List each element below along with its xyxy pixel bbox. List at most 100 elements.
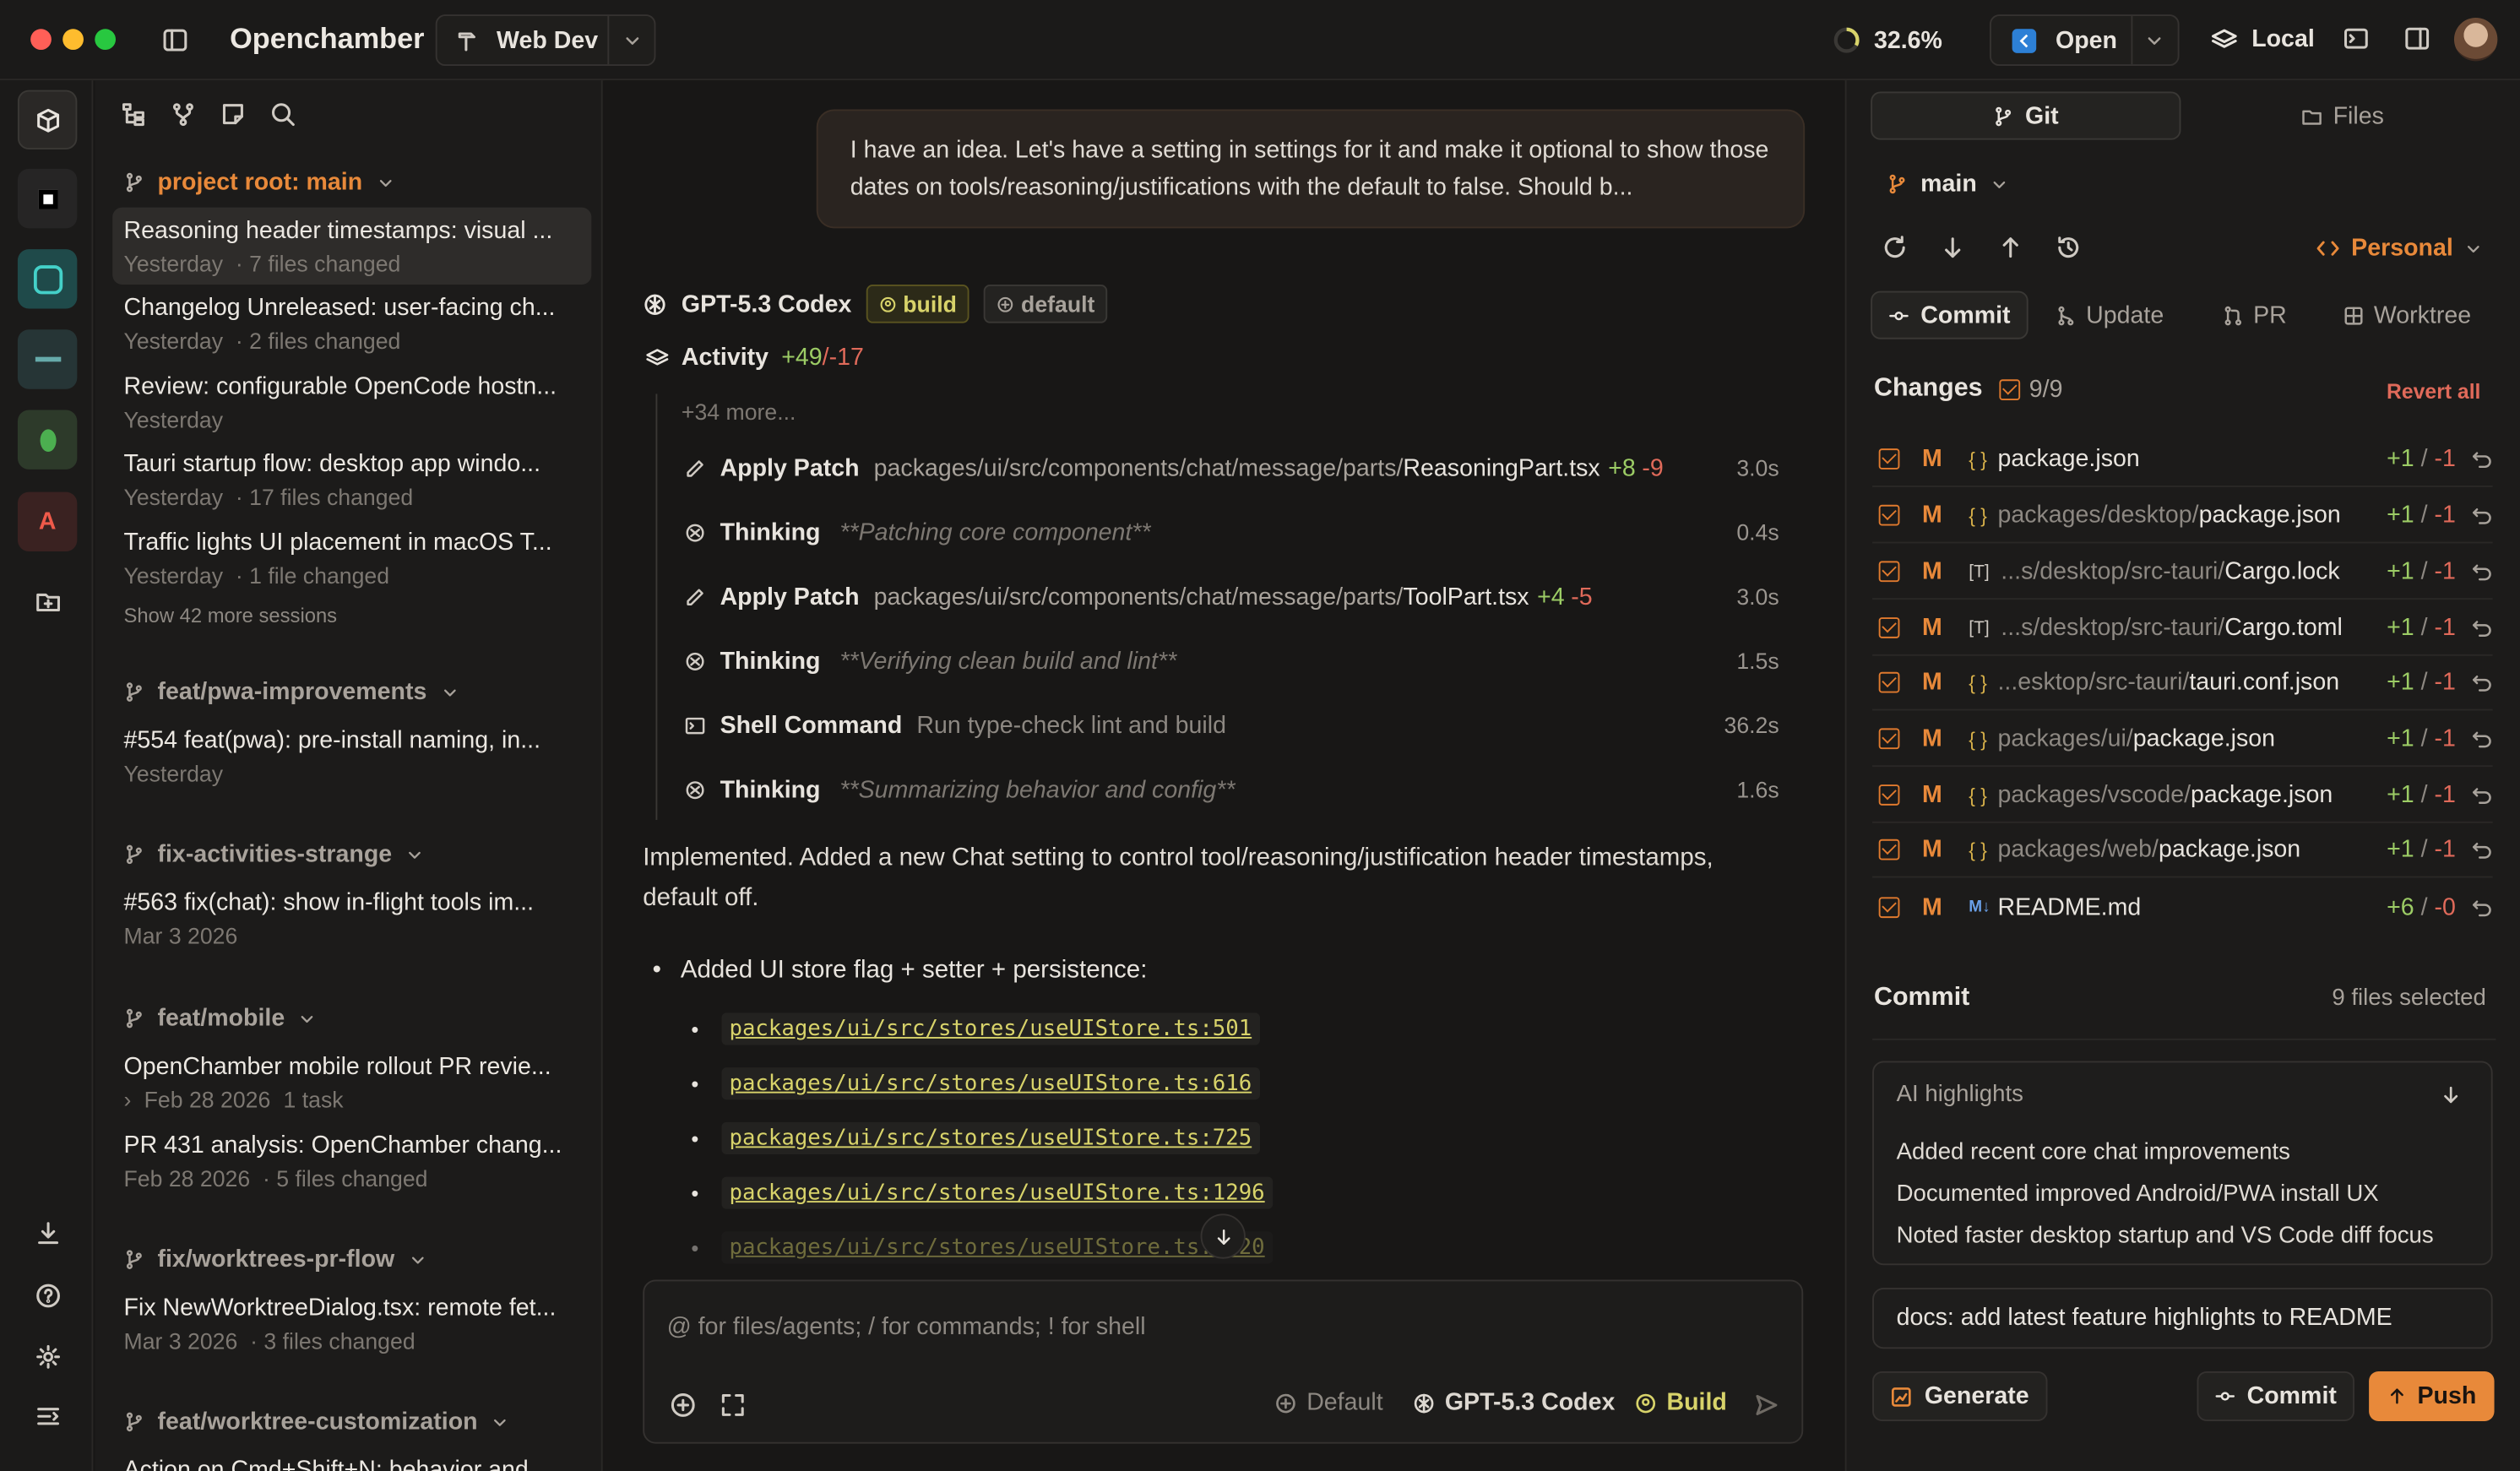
session-title[interactable]: OpenChamber mobile rollout PR revie... (124, 1053, 566, 1080)
file-checkbox[interactable] (1878, 617, 1900, 638)
file-checkbox[interactable] (1878, 896, 1900, 918)
activity-item[interactable]: Thinking **Summarizing behavior and conf… (685, 772, 1779, 807)
revert-icon[interactable] (2472, 448, 2493, 470)
revert-icon[interactable] (2472, 505, 2493, 526)
branch-group-header[interactable]: fix/worktrees-pr-flow (124, 1246, 427, 1273)
changed-file-row[interactable]: M { } packages/vscode/package.json +1 / … (1872, 768, 2493, 823)
toggle-sidebar-icon[interactable] (157, 23, 193, 58)
file-link[interactable]: packages/ui/src/stores/useUIStore.ts:501 (720, 1012, 1260, 1045)
commit-button[interactable]: Commit (2197, 1371, 2354, 1421)
branch-selector[interactable]: main (1887, 171, 2009, 198)
activity-item[interactable]: Thinking **Verifying clean build and lin… (685, 643, 1779, 679)
help-icon[interactable] (18, 1265, 77, 1324)
select-all-checkbox[interactable] (1998, 378, 2020, 400)
session-title[interactable]: Reasoning header timestamps: visual ... (124, 217, 566, 244)
tree-icon[interactable] (121, 101, 146, 127)
history-icon[interactable] (2056, 235, 2081, 260)
branch-group-header[interactable]: feat/worktree-customization (124, 1409, 510, 1436)
avatar[interactable] (2453, 17, 2498, 62)
file-checkbox[interactable] (1878, 448, 1900, 470)
session-title[interactable]: #563 fix(chat): show in-flight tools im.… (124, 889, 566, 916)
download-icon[interactable] (18, 1202, 77, 1262)
revert-icon[interactable] (2472, 784, 2493, 806)
revert-icon[interactable] (2472, 896, 2493, 917)
note-icon[interactable] (220, 101, 246, 127)
tab-worktree[interactable]: Worktree (2343, 302, 2471, 329)
rail-project-5[interactable] (17, 410, 78, 470)
changed-file-row[interactable]: M [T] ...s/desktop/src-tauri/Cargo.lock … (1872, 545, 2493, 600)
tab-commit[interactable]: Commit (1871, 290, 2028, 339)
model-selector[interactable]: GPT-5.3 Codex (1413, 1389, 1615, 1416)
activity-item[interactable]: Apply Patch packages/ui/src/components/c… (685, 578, 1779, 614)
revert-icon[interactable] (2472, 839, 2493, 860)
pull-icon[interactable] (1940, 235, 1965, 260)
file-link[interactable]: packages/ui/src/stores/useUIStore.ts:132… (720, 1231, 1274, 1264)
changed-file-row[interactable]: M { } ...esktop/src-tauri/tauri.conf.jso… (1872, 656, 2493, 711)
scroll-down-button[interactable] (1200, 1213, 1246, 1259)
tab-update[interactable]: Update (2056, 302, 2164, 329)
local-server-button[interactable]: Local (2211, 25, 2315, 53)
add-attachment-icon[interactable] (671, 1392, 696, 1418)
rail-project-6[interactable]: A (17, 491, 78, 552)
file-checkbox[interactable] (1878, 839, 1900, 860)
changed-file-row[interactable]: M M↓ README.md +6 / -0 (1872, 879, 2493, 934)
rail-project-4[interactable] (17, 329, 78, 389)
arrow-down-icon[interactable] (2440, 1083, 2463, 1106)
settings-icon[interactable] (18, 1327, 77, 1386)
session-title[interactable]: Review: configurable OpenCode hostn... (124, 373, 566, 400)
agent-selector[interactable]: Build (1634, 1389, 1727, 1416)
activity-item[interactable]: Thinking **Patching core component** 0.4… (685, 514, 1779, 550)
chat-input[interactable]: @ for files/agents; / for commands; ! fo… (667, 1313, 1146, 1340)
file-link[interactable]: packages/ui/src/stores/useUIStore.ts:616 (720, 1067, 1260, 1100)
add-project-icon[interactable] (18, 571, 77, 630)
collapse-menu-icon[interactable] (18, 1386, 77, 1445)
activity-item[interactable]: Shell Command Run type-check lint and bu… (685, 708, 1779, 743)
rail-project-2[interactable] (17, 168, 78, 229)
file-checkbox[interactable] (1878, 728, 1900, 750)
branch-group-header[interactable]: feat/mobile (124, 1005, 318, 1032)
changed-file-row[interactable]: M { } packages/desktop/package.json +1 /… (1872, 489, 2493, 544)
revert-icon[interactable] (2472, 617, 2493, 638)
file-checkbox[interactable] (1878, 784, 1900, 806)
revert-icon[interactable] (2472, 728, 2493, 749)
session-title[interactable]: Action on Cmd+Shift+N: behavior and... (124, 1457, 566, 1471)
session-title[interactable]: Tauri startup flow: desktop app windo... (124, 450, 566, 477)
session-title[interactable]: Changelog Unreleased: user-facing ch... (124, 294, 566, 321)
session-title[interactable]: #554 feat(pwa): pre-install naming, in..… (124, 727, 566, 754)
activity-header[interactable]: Activity +49/-17 (646, 344, 864, 372)
push-icon[interactable] (1998, 235, 2023, 260)
branch-group-header[interactable]: feat/pwa-improvements (124, 678, 459, 706)
chevron-down-icon[interactable] (622, 30, 643, 51)
session-title[interactable]: Fix NewWorktreeDialog.tsx: remote fet... (124, 1295, 566, 1322)
open-in-editor-button[interactable]: Open (1989, 14, 2180, 67)
revert-all-button[interactable]: Revert all (2387, 379, 2480, 404)
file-checkbox[interactable] (1878, 671, 1900, 693)
tab-git[interactable]: Git (1871, 91, 2181, 140)
changed-file-row[interactable]: M { } packages/ui/package.json +1 / -1 (1872, 712, 2493, 768)
expand-icon[interactable] (720, 1392, 746, 1418)
session-title[interactable]: PR 431 analysis: OpenChamber chang... (124, 1132, 566, 1159)
terminal-icon[interactable] (2343, 25, 2369, 51)
show-more-sessions-link[interactable]: Show 42 more sessions (124, 605, 338, 627)
file-link[interactable]: packages/ui/src/stores/useUIStore.ts:129… (720, 1176, 1274, 1209)
generate-button[interactable]: Generate (1872, 1371, 2048, 1421)
revert-icon[interactable] (2472, 672, 2493, 693)
refresh-icon[interactable] (1882, 235, 1907, 260)
tab-files[interactable]: Files (2187, 92, 2497, 140)
commit-message-input[interactable]: docs: add latest feature highlights to R… (1872, 1287, 2493, 1349)
branch-icon[interactable] (171, 101, 196, 127)
maximize-window-button[interactable] (95, 29, 117, 51)
chevron-down-icon[interactable] (2144, 30, 2165, 51)
more-activities-link[interactable]: +34 more... (682, 399, 796, 424)
file-checkbox[interactable] (1878, 561, 1900, 583)
file-link[interactable]: packages/ui/src/stores/useUIStore.ts:725 (720, 1121, 1260, 1154)
session-title[interactable]: Traffic lights UI placement in macOS T..… (124, 529, 566, 556)
usage-indicator[interactable]: 32.6% (1832, 25, 1942, 54)
activity-item[interactable]: Apply Patch packages/ui/src/components/c… (685, 450, 1779, 486)
branch-group-header[interactable]: fix-activities-strange (124, 841, 425, 868)
tab-pr[interactable]: PR (2223, 302, 2287, 329)
push-button[interactable]: Push (2369, 1371, 2495, 1421)
variant-selector[interactable]: Default (1274, 1389, 1383, 1416)
minimize-window-button[interactable] (62, 29, 84, 51)
revert-icon[interactable] (2472, 561, 2493, 582)
